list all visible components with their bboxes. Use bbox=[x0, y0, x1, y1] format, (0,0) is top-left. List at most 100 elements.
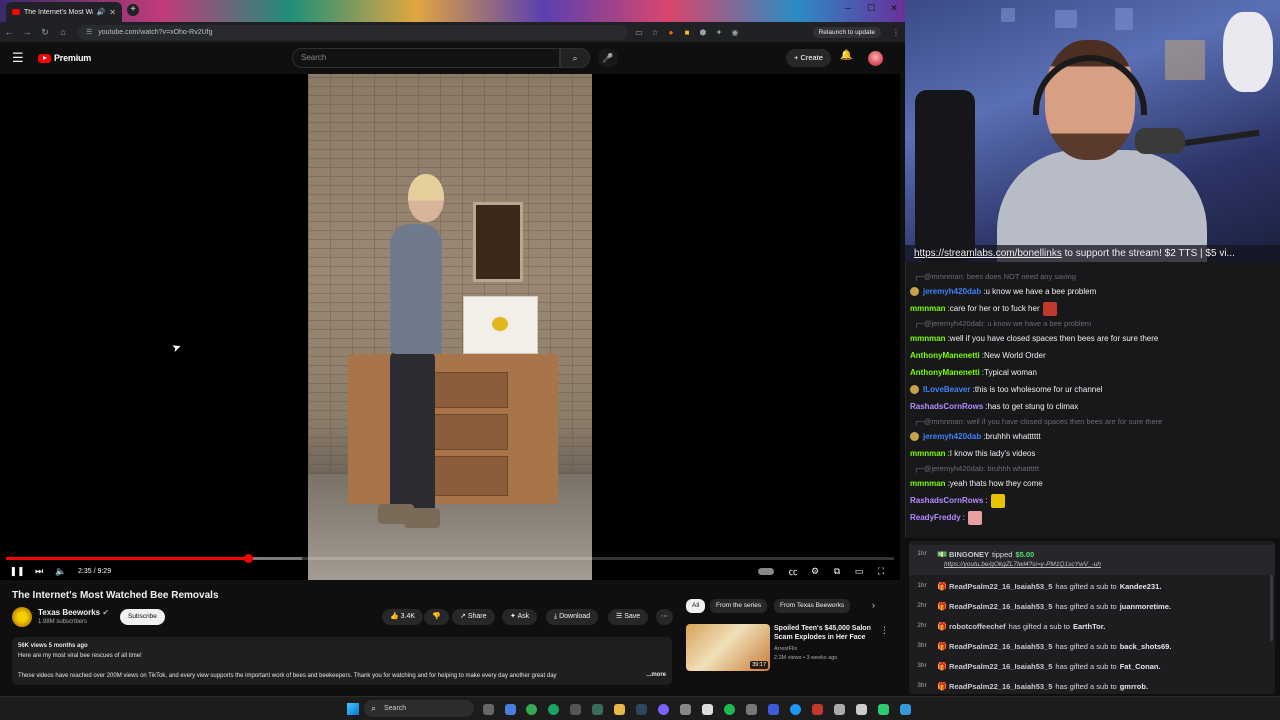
volume-icon[interactable]: 🔈 bbox=[50, 566, 72, 577]
chat-username[interactable]: RashadsCornRows bbox=[910, 402, 983, 411]
cast-icon[interactable]: ▭ bbox=[634, 28, 644, 37]
chip-all[interactable]: All bbox=[686, 599, 706, 613]
chat-username[interactable]: jeremyh420dab bbox=[923, 287, 981, 296]
taskbar-search[interactable]: Search bbox=[364, 700, 474, 717]
browser-tab[interactable]: The Internet's Most Watch 🔊 ✕ bbox=[6, 2, 122, 22]
taskbar-app-icon[interactable] bbox=[570, 704, 581, 715]
captions-icon[interactable]: ㏄ bbox=[782, 565, 804, 578]
miniplayer-icon[interactable]: ⧉ bbox=[826, 566, 848, 577]
chat-username[interactable]: AnthonyManenetti bbox=[910, 351, 980, 360]
chip-from-the-series[interactable]: From the series bbox=[710, 599, 768, 613]
forward-icon[interactable]: → bbox=[18, 27, 36, 37]
extensions-puzzle-icon[interactable]: ✦ bbox=[714, 28, 724, 37]
download-button[interactable]: ⤓ Download bbox=[546, 609, 599, 625]
microphone-icon[interactable]: 🎤 bbox=[598, 48, 618, 68]
bookmark-star-icon[interactable]: ☆ bbox=[650, 28, 660, 37]
notifications-bell-icon[interactable]: 🔔 bbox=[840, 50, 852, 61]
back-icon[interactable]: ← bbox=[0, 27, 18, 37]
chat-badge-icon bbox=[910, 287, 919, 296]
speaker-icon[interactable]: 🔊 bbox=[97, 8, 106, 16]
chat-username[interactable]: mmnman bbox=[910, 304, 946, 313]
theater-mode-icon[interactable]: ▭ bbox=[848, 566, 870, 577]
taskbar-app-icon[interactable] bbox=[746, 704, 757, 715]
extension-icon[interactable]: ● bbox=[666, 28, 676, 37]
search-input[interactable]: Search bbox=[292, 48, 560, 68]
tip-message-link[interactable]: https://youtu.be/gOkgZL7Iwl4?si=y-PM1Q1s… bbox=[944, 561, 1101, 568]
related-video-channel[interactable]: ArrestFlix bbox=[774, 646, 797, 652]
fullscreen-icon[interactable]: ⛶ bbox=[870, 566, 892, 577]
close-tab-icon[interactable]: ✕ bbox=[109, 8, 116, 17]
extension-icon[interactable]: ⬢ bbox=[698, 28, 708, 37]
save-button[interactable]: ☰ Save bbox=[608, 609, 649, 625]
taskbar-app-icon[interactable] bbox=[702, 704, 713, 715]
relaunch-button[interactable]: Relaunch to update bbox=[812, 26, 881, 38]
browser-menu-icon[interactable]: ⋮ bbox=[891, 28, 901, 37]
taskbar-app-icon[interactable] bbox=[812, 704, 823, 715]
chat-username[interactable]: ReadyFreddy bbox=[910, 513, 961, 522]
taskbar-app-icon[interactable] bbox=[592, 704, 603, 715]
thumbs-down-icon: 👎 bbox=[432, 613, 441, 620]
steam-icon[interactable] bbox=[636, 704, 647, 715]
channel-name[interactable]: Texas Beeworks ✔ bbox=[38, 608, 109, 617]
home-icon[interactable]: ⌂ bbox=[54, 27, 72, 37]
like-button[interactable]: 👍 3.4K bbox=[382, 609, 424, 625]
ask-button[interactable]: ✦ Ask bbox=[502, 609, 538, 625]
chip-from-channel[interactable]: From Texas Beeworks bbox=[774, 599, 851, 613]
taskbar-app-icon[interactable] bbox=[834, 704, 845, 715]
youtube-logo[interactable]: Premium bbox=[38, 53, 91, 63]
related-video-title[interactable]: Spoiled Teen's $45,000 Salon Scam Explod… bbox=[774, 624, 874, 642]
file-explorer-icon[interactable] bbox=[614, 704, 625, 715]
spotify-icon[interactable] bbox=[724, 704, 735, 715]
chat-username[interactable]: AnthonyManenetti bbox=[910, 368, 980, 377]
taskbar-app-icon[interactable] bbox=[790, 704, 801, 715]
chat-username[interactable]: mmnman bbox=[910, 334, 946, 343]
taskbar-app-icon[interactable] bbox=[680, 704, 691, 715]
description-box[interactable]: 56K views 5 months ago Here are my most … bbox=[12, 637, 672, 685]
account-avatar[interactable] bbox=[868, 51, 883, 66]
task-view-icon[interactable] bbox=[483, 704, 494, 715]
new-tab-button[interactable]: + bbox=[127, 4, 139, 16]
settings-gear-icon[interactable]: ⚙ bbox=[804, 566, 826, 577]
video-frame[interactable] bbox=[308, 74, 592, 580]
create-button[interactable]: + Create bbox=[786, 49, 831, 67]
chat-username[interactable]: RashadsCornRows bbox=[910, 496, 983, 505]
chat-username[interactable]: jeremyh420dab bbox=[923, 432, 981, 441]
taskbar-app-icon[interactable] bbox=[856, 704, 867, 715]
chevron-right-icon[interactable]: › bbox=[872, 600, 875, 610]
taskbar-app-icon[interactable] bbox=[768, 704, 779, 715]
video-player[interactable]: ❚❚ ⏭ 🔈 2:35 / 9:29 ㏄ ⚙ ⧉ ▭ ⛶ ➤ bbox=[0, 74, 900, 580]
taskbar-app-icon[interactable] bbox=[878, 704, 889, 715]
start-windows-icon[interactable] bbox=[347, 703, 359, 715]
reload-icon[interactable]: ↻ bbox=[36, 27, 54, 38]
address-bar[interactable]: ☰ youtube.com/watch?v=xOho-Rv2Ufg bbox=[78, 24, 628, 40]
close-window-icon[interactable]: ✕ bbox=[884, 3, 904, 14]
autoplay-toggle[interactable] bbox=[758, 567, 774, 575]
show-more-link[interactable]: ...more bbox=[646, 670, 666, 680]
share-button[interactable]: ↗ Share bbox=[452, 609, 495, 625]
channel-avatar[interactable] bbox=[12, 607, 32, 627]
maximize-icon[interactable]: ☐ bbox=[861, 3, 881, 14]
taskbar-app-icon[interactable] bbox=[505, 704, 516, 715]
hamburger-menu-icon[interactable]: ☰ bbox=[12, 50, 26, 66]
minimize-icon[interactable]: ─ bbox=[838, 3, 858, 13]
taskbar-app-icon[interactable] bbox=[900, 704, 911, 715]
kebab-menu-icon[interactable]: ⋮ bbox=[880, 625, 889, 636]
progress-bar[interactable] bbox=[6, 554, 894, 563]
pause-icon[interactable]: ❚❚ bbox=[6, 566, 28, 577]
more-actions-button[interactable]: ⋯ bbox=[656, 609, 673, 625]
related-video-thumbnail[interactable]: 39:17 bbox=[686, 624, 770, 671]
profile-icon[interactable]: ◉ bbox=[730, 28, 740, 37]
subscribe-button[interactable]: Subscribe bbox=[120, 609, 165, 625]
chat-username[interactable]: mmnman bbox=[910, 449, 946, 458]
chat-username[interactable]: mmnman bbox=[910, 479, 946, 488]
dislike-button[interactable]: 👎 bbox=[424, 609, 449, 625]
next-icon[interactable]: ⏭ bbox=[28, 566, 50, 577]
chrome-icon[interactable] bbox=[526, 704, 537, 715]
chat-text: bruhhh whatttttt bbox=[985, 432, 1041, 441]
taskbar-app-icon[interactable] bbox=[548, 704, 559, 715]
discord-icon[interactable] bbox=[658, 704, 669, 715]
search-icon[interactable]: ⌕ bbox=[560, 48, 590, 68]
extension-icon[interactable]: ■ bbox=[682, 28, 692, 37]
site-info-icon[interactable]: ☰ bbox=[86, 28, 92, 36]
chat-username[interactable]: ILoveBeaver bbox=[923, 385, 971, 394]
